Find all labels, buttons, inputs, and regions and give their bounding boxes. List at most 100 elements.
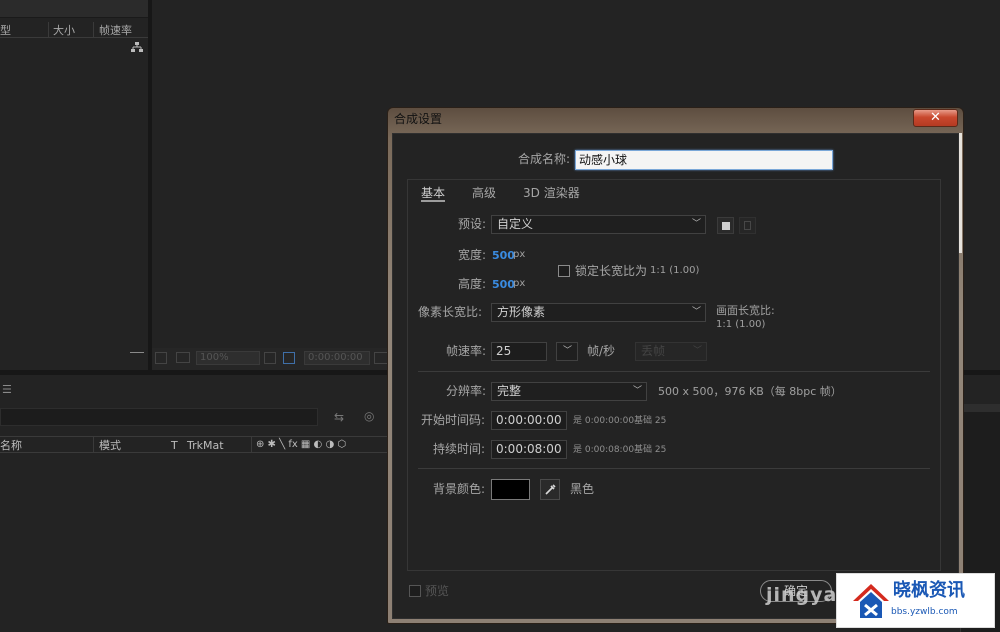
lock-aspect-checkbox[interactable] <box>558 265 570 277</box>
column-framerate[interactable]: 帧速率 <box>99 25 132 36</box>
zoom-select[interactable]: 100% <box>196 351 260 365</box>
section-divider <box>418 371 930 372</box>
chevron-down-icon: ﹀ <box>692 346 702 356</box>
column-trkmat[interactable]: TrkMat <box>187 440 224 451</box>
trash-icon <box>744 221 751 230</box>
project-column-header: 型 大小 帧速率 <box>0 22 148 38</box>
house-logo-icon <box>853 584 889 618</box>
layer-switches-icons[interactable]: ⊕ ✱ ╲ fx ▦ ◐ ◑ ⬡ <box>256 440 346 450</box>
resolution-value: 完整 <box>497 384 522 398</box>
timeline-search-input[interactable] <box>0 408 318 426</box>
pixel-aspect-select[interactable]: 方形像素 ﹀ <box>491 303 706 322</box>
start-timecode-label: 开始时间码: <box>421 413 486 427</box>
zoom-value: 100% <box>200 352 229 363</box>
column-t[interactable]: T <box>171 440 178 451</box>
start-timecode-base: 基础 25 <box>634 416 667 426</box>
eyedropper-icon <box>545 484 556 495</box>
time-ruler[interactable] <box>960 404 1000 412</box>
column-size[interactable]: 大小 <box>53 25 75 36</box>
preview-label[interactable]: 预览 <box>425 585 449 597</box>
bg-color-swatch[interactable] <box>491 479 530 500</box>
save-preset-icon <box>722 222 730 230</box>
bg-color-label: 背景颜色: <box>433 482 486 496</box>
preview-checkbox[interactable] <box>409 585 421 597</box>
resolution-label: 分辨率: <box>446 384 487 398</box>
height-value[interactable]: 500 <box>492 279 515 290</box>
framerate-unit: 帧/秒 <box>587 344 616 358</box>
tab-3d-renderer[interactable]: 3D 渲染器 <box>523 187 580 199</box>
framerate-label: 帧速率: <box>446 344 487 358</box>
chevron-down-icon: ﹀ <box>632 386 642 396</box>
width-value[interactable]: 500 <box>492 250 515 261</box>
width-unit: px <box>513 249 526 260</box>
frame-aspect-label: 画面长宽比: <box>716 304 775 317</box>
project-panel-header <box>0 0 148 18</box>
settings-tab-panel <box>407 179 941 571</box>
chevron-down-icon: ﹀ <box>562 346 572 356</box>
height-unit: px <box>513 278 526 289</box>
delete-preset-button[interactable] <box>739 217 756 234</box>
duration-value: 0:00:08:00 <box>496 442 562 456</box>
timecode-value: 0:00:00:00 <box>308 352 363 363</box>
start-timecode-input[interactable]: 0:00:00:00 <box>491 411 567 430</box>
duration-label: 持续时间: <box>433 442 486 456</box>
framerate-preset-select[interactable]: ﹀ <box>556 342 578 361</box>
height-label: 高度: <box>458 277 487 291</box>
column-divider <box>93 22 94 38</box>
comp-name-input[interactable]: 动感小球 <box>575 150 833 170</box>
close-button[interactable]: ✕ <box>913 109 958 127</box>
duration-equiv: 是 0:00:08:00 <box>573 445 635 455</box>
shy-layers-icon[interactable]: ⇆ <box>334 411 344 423</box>
resolution-select[interactable]: 完整 ﹀ <box>491 382 647 401</box>
preset-select[interactable]: 自定义 ﹀ <box>491 215 706 234</box>
resolution-info: 500 x 500，976 KB（每 8bpc 帧） <box>658 385 842 398</box>
column-divider <box>93 437 94 452</box>
logo-url: bbs.yzwlb.com <box>891 607 958 617</box>
monitor-icon[interactable] <box>176 352 190 363</box>
preset-value: 自定义 <box>497 217 534 231</box>
dialog-edge-highlight <box>959 133 962 253</box>
pixel-aspect-label: 像素长宽比: <box>418 305 483 319</box>
framerate-value: 25 <box>496 344 512 358</box>
column-type[interactable]: 型 <box>0 25 11 36</box>
start-timecode-equiv: 是 0:00:00:00 <box>573 416 635 426</box>
column-layer-name[interactable]: 名称 <box>0 440 22 451</box>
dialog-title: 合成设置 <box>394 112 443 126</box>
start-timecode-value: 0:00:00:00 <box>496 413 562 427</box>
logo-title: 晓枫资讯 <box>893 580 965 601</box>
pixel-aspect-value: 方形像素 <box>497 305 546 319</box>
lock-aspect-label[interactable]: 锁定长宽比为 <box>575 265 647 277</box>
fit-icon[interactable] <box>264 352 276 364</box>
viewer-toolbar: 100% 0:00:00:00 <box>152 348 392 370</box>
project-panel <box>0 0 148 372</box>
preset-label: 预设: <box>458 217 487 231</box>
timeline-column-header: 名称 模式 T TrkMat ⊕ ✱ ╲ fx ▦ ◐ ◑ ⬡ <box>0 436 390 453</box>
timecode-field[interactable]: 0:00:00:00 <box>304 351 370 365</box>
column-mode[interactable]: 模式 <box>99 440 121 451</box>
drop-frame-select[interactable]: 丢帧 ﹀ <box>635 342 707 361</box>
chevron-down-icon: ﹀ <box>691 219 701 229</box>
save-preset-button[interactable] <box>717 217 734 234</box>
comp-name-value: 动感小球 <box>579 153 628 167</box>
motion-blur-icon[interactable]: ◎ <box>364 410 374 422</box>
duration-base: 基础 25 <box>634 445 667 455</box>
duration-input[interactable]: 0:00:08:00 <box>491 440 567 459</box>
drop-frame-value: 丢帧 <box>641 344 666 358</box>
panel-resize-handle[interactable] <box>130 352 144 353</box>
panel-menu-icon[interactable]: ☰ <box>2 384 12 395</box>
eyedropper-button[interactable] <box>540 479 560 500</box>
lock-aspect-value: 1:1 (1.00) <box>650 265 700 276</box>
close-icon: ✕ <box>930 110 941 125</box>
tab-advanced[interactable]: 高级 <box>472 187 496 199</box>
tab-basic[interactable]: 基本 <box>421 187 445 199</box>
bg-color-name: 黑色 <box>570 482 595 496</box>
chevron-down-icon: ﹀ <box>691 307 701 317</box>
framerate-input[interactable]: 25 <box>491 342 547 361</box>
column-divider <box>48 22 49 38</box>
grid-icon[interactable] <box>283 352 295 364</box>
always-preview-icon[interactable] <box>155 352 167 364</box>
camera-icon[interactable] <box>374 352 388 364</box>
flowchart-icon[interactable] <box>131 42 143 52</box>
comp-name-label: 合成名称: <box>518 152 571 166</box>
frame-aspect-value: 1:1 (1.00) <box>716 319 766 330</box>
